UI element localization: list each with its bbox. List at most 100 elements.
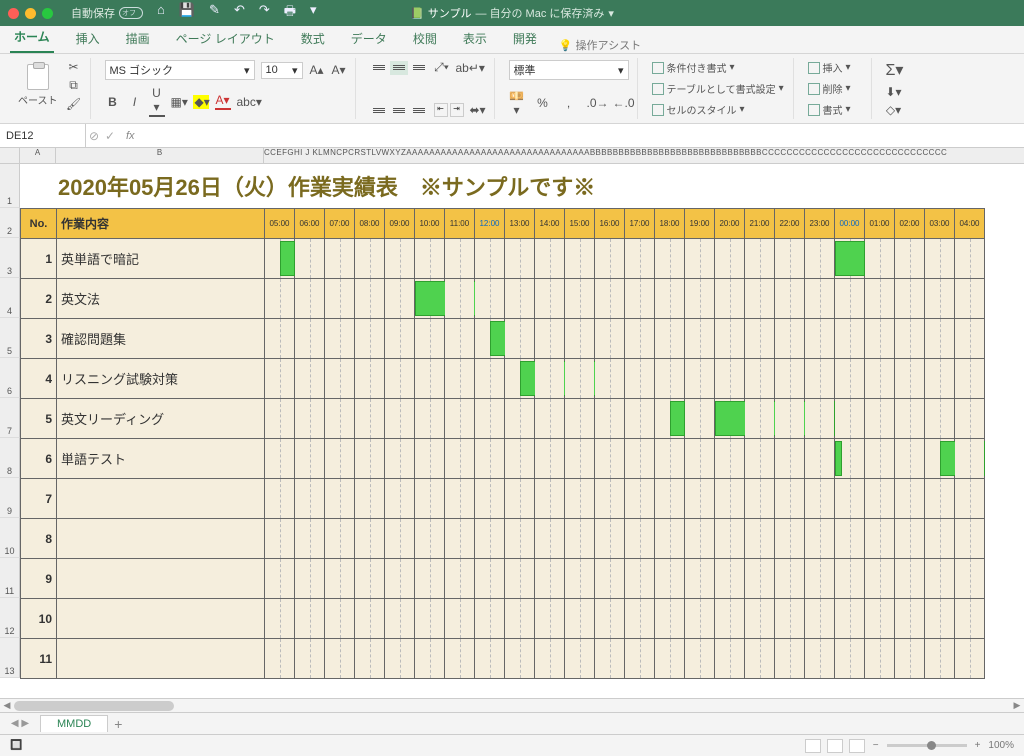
cell-hour[interactable] [715, 359, 745, 399]
cell-hour[interactable] [625, 319, 655, 359]
zoom-slider[interactable] [887, 744, 967, 747]
cell-hour[interactable] [805, 319, 835, 359]
ribbon-tab[interactable]: 校閲 [409, 24, 441, 53]
cell-hour[interactable] [505, 319, 535, 359]
cell-hour[interactable] [475, 239, 505, 279]
cell-hour[interactable] [445, 439, 475, 479]
cell-hour[interactable] [415, 599, 445, 639]
cell-hour[interactable] [445, 559, 475, 599]
cell-hour[interactable] [655, 519, 685, 559]
cell-hour[interactable] [325, 639, 355, 679]
cell-hour[interactable] [775, 439, 805, 479]
font-size-select[interactable]: 10▾ [261, 62, 303, 79]
cell-hour[interactable] [265, 239, 295, 279]
cell-hour[interactable] [445, 599, 475, 639]
cell-hour[interactable] [535, 439, 565, 479]
cell-hour[interactable] [505, 479, 535, 519]
cell-hour[interactable] [685, 439, 715, 479]
tell-me[interactable]: 💡操作アシスト [559, 37, 641, 53]
cell-hour[interactable] [415, 639, 445, 679]
cell-hour[interactable] [925, 399, 955, 439]
cell-hour[interactable] [835, 319, 865, 359]
cell-hour[interactable] [505, 599, 535, 639]
cell-hour[interactable] [325, 479, 355, 519]
cell-hour[interactable] [355, 439, 385, 479]
cell-hour[interactable] [805, 239, 835, 279]
cell-hour[interactable] [805, 519, 835, 559]
fx-icon[interactable]: fx [118, 130, 143, 142]
cell-hour[interactable] [655, 279, 685, 319]
zoom-level[interactable]: 100% [988, 740, 1014, 751]
cell-hour[interactable] [955, 439, 985, 479]
cell-hour[interactable] [355, 279, 385, 319]
cell-hour[interactable] [865, 359, 895, 399]
cell-hour[interactable] [595, 639, 625, 679]
cell-hour[interactable] [415, 319, 445, 359]
autosave-toggle[interactable]: 自動保存 オフ [71, 5, 143, 21]
cell-hour[interactable] [415, 479, 445, 519]
font-name-select[interactable]: MS ゴシック▾ [105, 60, 255, 80]
cell-hour[interactable] [925, 479, 955, 519]
conditional-format-button[interactable]: 条件付き書式▾ [652, 60, 785, 75]
cell-no[interactable]: 6 [21, 439, 57, 479]
cell-hour[interactable] [655, 239, 685, 279]
ribbon-tab[interactable]: ホーム [10, 22, 54, 53]
cell-hour[interactable] [685, 399, 715, 439]
cell-styles-button[interactable]: セルのスタイル▾ [652, 102, 785, 117]
cell-hour[interactable] [775, 399, 805, 439]
cell-hour[interactable] [385, 559, 415, 599]
cell-hour[interactable] [805, 439, 835, 479]
cell-hour[interactable] [565, 239, 595, 279]
cell-hour[interactable] [265, 479, 295, 519]
cell-hour[interactable] [775, 639, 805, 679]
ribbon-tab[interactable]: 表示 [459, 24, 491, 53]
cell-hour[interactable] [295, 239, 325, 279]
cell-hour[interactable] [415, 359, 445, 399]
indent-buttons[interactable]: ⇤⇥ [434, 103, 464, 117]
cell-hour[interactable] [865, 279, 895, 319]
cell-hour[interactable] [895, 559, 925, 599]
cell-hour[interactable] [535, 559, 565, 599]
cell-hour[interactable] [625, 639, 655, 679]
schedule-table[interactable]: No.作業内容05:0006:0007:0008:0009:0010:0011:… [20, 208, 985, 679]
cell-hour[interactable] [535, 399, 565, 439]
cell-hour[interactable] [475, 279, 505, 319]
ribbon-tab[interactable]: 描画 [122, 24, 154, 53]
cell-hour[interactable] [715, 279, 745, 319]
cell-hour[interactable] [745, 319, 775, 359]
cell-hour[interactable] [535, 359, 565, 399]
shrink-font-icon[interactable]: A▾ [331, 63, 347, 77]
cell-hour[interactable] [895, 439, 925, 479]
number-format-select[interactable]: 標準▾ [509, 60, 629, 80]
cell-hour[interactable] [715, 479, 745, 519]
cell-hour[interactable] [775, 319, 805, 359]
cell-hour[interactable] [655, 399, 685, 439]
cell-hour[interactable] [385, 479, 415, 519]
cell-hour[interactable] [355, 319, 385, 359]
time-bar[interactable] [670, 401, 685, 436]
increase-decimal-button[interactable]: .0→ [587, 96, 603, 110]
insert-cells-button[interactable]: 挿入▾ [808, 60, 863, 75]
cell-hour[interactable] [325, 359, 355, 399]
cell-hour[interactable] [835, 519, 865, 559]
copy-icon[interactable]: ⧉ [66, 78, 82, 93]
cell-hour[interactable] [835, 399, 865, 439]
ribbon-tab[interactable]: 数式 [297, 24, 329, 53]
cell-hour[interactable] [445, 279, 475, 319]
cell-hour[interactable] [595, 519, 625, 559]
cell-hour[interactable] [355, 359, 385, 399]
cell-hour[interactable] [325, 279, 355, 319]
cell-hour[interactable] [505, 279, 535, 319]
cell-hour[interactable] [925, 359, 955, 399]
cell-hour[interactable] [535, 519, 565, 559]
cell-hour[interactable] [895, 279, 925, 319]
cell-hour[interactable] [565, 439, 595, 479]
wrap-text-button[interactable]: ab↵▾ [456, 61, 472, 75]
horizontal-scrollbar[interactable]: ◀▶ [0, 698, 1024, 712]
cell-hour[interactable] [955, 359, 985, 399]
cell-hour[interactable] [565, 519, 595, 559]
cell-hour[interactable] [565, 479, 595, 519]
cell-hour[interactable] [295, 319, 325, 359]
underline-button[interactable]: U ▾ [149, 86, 165, 117]
cell-hour[interactable] [625, 439, 655, 479]
